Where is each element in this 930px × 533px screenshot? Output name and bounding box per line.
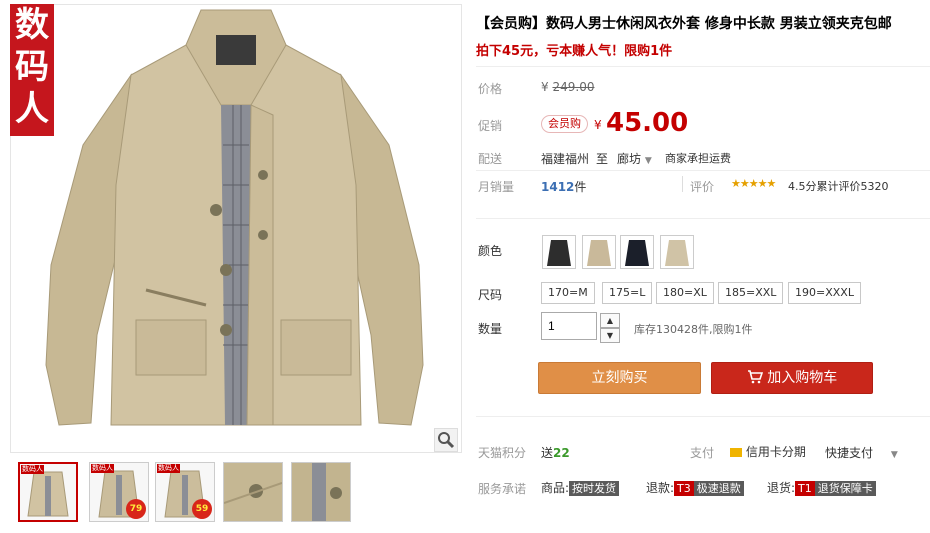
thumbnail-tag: 数码人 xyxy=(157,464,180,473)
express-label: 快捷支付 xyxy=(825,446,874,460)
color-swatch-4[interactable] xyxy=(660,235,694,269)
brand-char: 人 xyxy=(15,89,49,129)
add-to-cart-button[interactable]: 加入购物车 xyxy=(711,362,873,394)
color-swatch-3[interactable] xyxy=(620,235,654,269)
thumbnail-tag: 数码人 xyxy=(21,465,44,474)
chevron-down-icon: ▼ xyxy=(644,156,652,166)
brand-char: 码 xyxy=(15,47,49,87)
sales-count: 1412件 xyxy=(541,178,586,195)
size-option[interactable]: 185=XXL xyxy=(718,282,784,304)
promo-label: 促销 xyxy=(478,119,503,133)
product-subtitle: 拍下45元，亏本赚人气！限购1件 xyxy=(476,44,673,59)
divider xyxy=(476,66,930,67)
sales-label: 月销量 xyxy=(478,180,515,194)
shipping-note: 商家承担运费 xyxy=(665,152,731,165)
thumbnail-2[interactable]: 数码人 79 xyxy=(89,462,149,522)
service-goods[interactable]: 商品: 按时发货 xyxy=(541,479,620,496)
points-label: 天猫积分 xyxy=(478,446,527,460)
chevron-down-icon: ▼ xyxy=(890,450,898,460)
buy-now-button[interactable]: 立刻购买 xyxy=(538,362,701,394)
divider xyxy=(476,170,930,171)
service-label: 服务承诺 xyxy=(478,482,527,496)
color-swatch-1[interactable] xyxy=(542,235,576,269)
refund-label: 退款: xyxy=(646,481,675,495)
rating-count-label: 累计评价 xyxy=(816,180,861,193)
payment-label: 支付 xyxy=(690,446,715,460)
thumbnail-3[interactable]: 数码人 59 xyxy=(155,462,215,522)
ship-from: 福建福州 xyxy=(541,152,590,166)
rating-stars: ★★★★★ xyxy=(731,177,776,190)
add-to-cart-label: 加入购物车 xyxy=(767,370,838,386)
rating-label: 评价 xyxy=(690,180,715,194)
product-title: 【会员购】数码人男士休闲风衣外套 修身中长款 男装立领夹克包邮 xyxy=(476,16,892,32)
member-tag-label: 会员购 xyxy=(541,115,588,133)
price-label: 价格 xyxy=(478,82,503,96)
brand-tag: 数 码 人 xyxy=(10,4,54,136)
refund-code: T3 xyxy=(674,481,694,496)
divider xyxy=(476,416,930,417)
thumbnail-4[interactable] xyxy=(223,462,283,522)
quantity-label: 数量 xyxy=(478,322,503,336)
return-label: 退货: xyxy=(767,481,796,495)
color-swatch-2[interactable] xyxy=(582,235,616,269)
price-badge: 79 xyxy=(126,499,146,519)
points-send: 送 xyxy=(541,446,554,460)
thumbnail-5[interactable] xyxy=(291,462,351,522)
size-label: 尺码 xyxy=(478,288,503,302)
thumbnail-1[interactable]: 数码人 xyxy=(18,462,78,522)
jacket-image xyxy=(45,9,424,426)
original-price-value: 249.00 xyxy=(552,80,595,94)
zoom-icon[interactable] xyxy=(434,428,458,452)
refund-tag: 极速退款 xyxy=(693,481,744,496)
size-option[interactable]: 175=L xyxy=(602,282,653,304)
thumbnail-tag: 数码人 xyxy=(91,464,114,473)
goods-label: 商品: xyxy=(541,481,570,495)
quantity-up-icon[interactable]: ▲ xyxy=(600,313,620,328)
service-return[interactable]: 退货: T1 退货保障卡 xyxy=(767,479,876,496)
credit-card-icon xyxy=(730,448,742,457)
brand-char: 数 xyxy=(15,5,49,45)
quantity-down-icon[interactable]: ▼ xyxy=(600,328,620,343)
member-tag: 会员购 xyxy=(541,115,588,133)
ship-to-city: 廊坊 xyxy=(617,152,642,166)
points-info: 送22 xyxy=(541,444,570,461)
original-price: ¥ 249.00 xyxy=(541,80,594,94)
goods-tag: 按时发货 xyxy=(569,481,620,496)
size-option[interactable]: 180=XL xyxy=(656,282,714,304)
size-option[interactable]: 190=XXXL xyxy=(788,282,861,304)
credit-label: 信用卡分期 xyxy=(745,445,806,459)
ship-to-select[interactable]: 廊坊 ▼ xyxy=(617,150,652,167)
color-label: 颜色 xyxy=(478,244,503,258)
rating-info[interactable]: 4.5分累计评价5320 xyxy=(788,178,889,194)
ship-to-word: 至 xyxy=(596,152,609,166)
service-refund[interactable]: 退款: T3 极速退款 xyxy=(646,479,744,496)
promo-currency: ¥ xyxy=(594,118,602,132)
credit-installment[interactable]: 信用卡分期 xyxy=(730,443,806,460)
currency-symbol: ¥ xyxy=(541,80,549,94)
stock-note: 库存130428件,限购1件 xyxy=(634,323,753,336)
price-badge: 59 xyxy=(192,499,212,519)
express-pay[interactable]: 快捷支付 ▼ xyxy=(825,444,898,461)
shipping-label: 配送 xyxy=(478,152,503,166)
points-value: 22 xyxy=(553,446,570,460)
size-option[interactable]: 170=M xyxy=(541,282,595,304)
return-code: T1 xyxy=(795,481,815,496)
rating-score: 4.5分 xyxy=(788,180,817,193)
return-tag: 退货保障卡 xyxy=(814,481,876,496)
divider xyxy=(476,218,930,219)
rating-count: 5320 xyxy=(860,180,889,193)
main-product-image[interactable] xyxy=(10,4,462,453)
quantity-input[interactable] xyxy=(541,312,597,340)
cart-icon xyxy=(747,370,767,386)
divider xyxy=(682,176,683,192)
sales-value: 1412 xyxy=(541,180,575,194)
promo-price: 45.00 xyxy=(606,108,689,138)
sales-unit: 件 xyxy=(574,180,587,194)
